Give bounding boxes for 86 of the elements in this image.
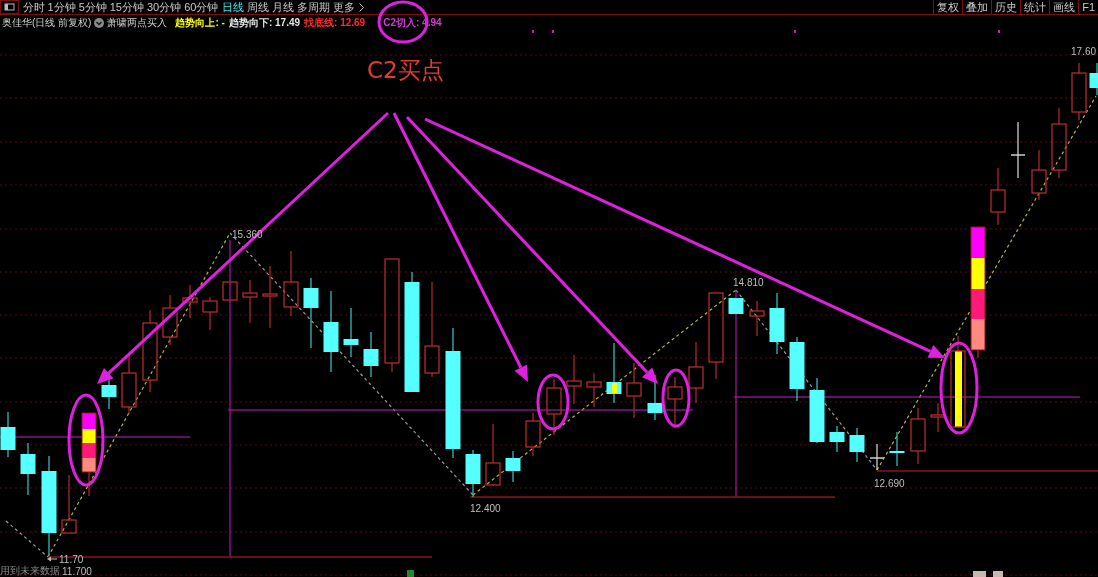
candlestick [789,336,805,402]
stock-title: 奥佳华(日线 前复权) [2,15,92,30]
price-label: 11.70 [59,554,84,565]
price-label: 12.400 [470,503,501,514]
candlestick [667,376,683,429]
period-tab[interactable]: 更多 [331,0,365,14]
candlestick [242,279,258,324]
candlestick [283,250,299,317]
price-label: 11.700 [62,566,92,577]
candlestick [889,431,905,467]
period-tab[interactable]: 月线 [270,0,295,14]
period-tab[interactable]: 多周期 [295,0,331,14]
candlestick [566,354,582,405]
period-tab[interactable]: 1分钟 [46,0,78,14]
signal-tick [794,30,796,33]
candlestick [182,284,198,319]
candlestick [363,331,379,378]
candlestick [61,474,77,534]
panel-icon[interactable] [0,0,19,14]
period-tab[interactable]: 60分钟 [182,0,220,14]
marker-icon [407,570,414,577]
indicator-readout: 趋势向下: 17.49 [228,15,301,30]
candlestick [525,412,541,457]
indicator-readout: 趋势向上: - [175,15,225,30]
candlestick [930,402,946,433]
indicator-name[interactable]: 萧啸两点买入 [107,15,168,30]
candlestick [465,449,481,498]
price-label: 17.60 [1071,46,1097,57]
tool-button[interactable]: 历史 [991,0,1021,14]
candlestick [505,450,521,483]
period-tab[interactable]: 周线 [245,0,270,14]
data-warning-note: 用到未来数据 [0,565,60,576]
signal-tick [998,30,1000,33]
candlestick [121,354,137,415]
tool-button[interactable]: 叠加 [962,0,992,14]
candlestick [829,425,845,453]
chevron-down-icon[interactable] [94,17,105,28]
candlestick [910,407,926,465]
period-tab[interactable]: 15分钟 [108,0,146,14]
candlestick [869,443,885,471]
candlestick [1010,121,1026,179]
candlestick [546,378,562,436]
tool-button[interactable]: 统计 [1020,0,1050,14]
candlestick [626,362,642,419]
period-tab[interactable]: 分时 [21,0,46,14]
candlestick [990,167,1006,226]
candlestick [262,265,278,329]
candlestick [1089,62,1098,96]
tool-button[interactable]: 画线 [1049,0,1079,14]
candlestick [749,300,765,337]
marker-icon [993,571,1003,577]
candlestick [606,342,622,404]
candlestick [688,341,704,404]
chevron-right-icon [358,2,364,12]
arrow-left-icon [47,556,58,562]
candlestick [809,377,825,444]
candlestick [162,294,178,346]
candlestick [0,411,16,458]
marker-icon [973,571,986,577]
candlestick [202,296,218,331]
candlestick [1071,62,1087,121]
signal-tick [552,30,554,33]
candlestick [728,297,744,315]
tool-button[interactable]: 复权 [933,0,963,14]
candlestick [1031,149,1047,201]
candlestick [586,372,602,408]
candlestick [343,307,359,358]
candlestick [647,374,663,421]
period-tab[interactable]: 日线 [220,0,245,14]
candlestick [485,423,501,487]
signal-tick [532,30,534,33]
candlestick [849,427,865,463]
price-label: 14.810 [733,277,764,288]
candlestick [769,292,785,355]
highlight-ellipse [661,368,691,428]
tool-button[interactable]: F1 [1078,0,1098,14]
indicator-readout: 找底线: 12.69 [304,15,366,30]
candlestick [222,281,238,301]
candlestick [20,442,36,496]
annotation-label: C2买点 [367,57,444,83]
period-tab[interactable]: 5分钟 [77,0,109,14]
period-tab[interactable]: 30分钟 [145,0,183,14]
candlestick [303,277,319,349]
highlight-ellipse [536,373,570,431]
candlestick [1051,107,1067,179]
price-label: 12.690 [874,478,905,489]
